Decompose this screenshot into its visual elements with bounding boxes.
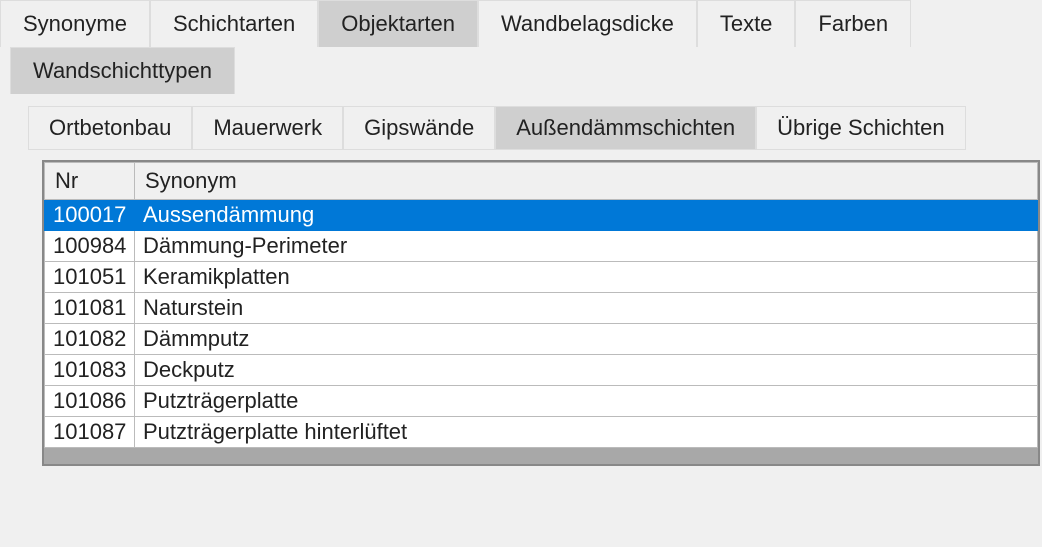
- cell-synonym: Aussendämmung: [135, 200, 1038, 231]
- table-row[interactable]: 101051Keramikplatten: [45, 262, 1038, 293]
- tab-mauerwerk[interactable]: Mauerwerk: [192, 106, 343, 150]
- table-row[interactable]: 101086Putzträgerplatte: [45, 386, 1038, 417]
- data-table: Nr Synonym 100017Aussendämmung100984Dämm…: [44, 162, 1038, 448]
- column-header-nr[interactable]: Nr: [45, 163, 135, 200]
- table-row[interactable]: 101082Dämmputz: [45, 324, 1038, 355]
- cell-nr: 101081: [45, 293, 135, 324]
- column-header-synonym[interactable]: Synonym: [135, 163, 1038, 200]
- tab-farben[interactable]: Farben: [795, 0, 911, 47]
- table-row[interactable]: 100984Dämmung-Perimeter: [45, 231, 1038, 262]
- cell-synonym: Dämmputz: [135, 324, 1038, 355]
- tab-synonyme[interactable]: Synonyme: [0, 0, 150, 47]
- tabs-level3: OrtbetonbauMauerwerkGipswändeAußendämmsc…: [0, 106, 1042, 150]
- data-table-container: Nr Synonym 100017Aussendämmung100984Dämm…: [42, 160, 1040, 466]
- cell-nr: 100017: [45, 200, 135, 231]
- tab-übrige-schichten[interactable]: Übrige Schichten: [756, 106, 966, 150]
- cell-synonym: Keramikplatten: [135, 262, 1038, 293]
- tab-ortbetonbau[interactable]: Ortbetonbau: [28, 106, 192, 150]
- cell-synonym: Putzträgerplatte: [135, 386, 1038, 417]
- table-row[interactable]: 101081Naturstein: [45, 293, 1038, 324]
- cell-nr: 101083: [45, 355, 135, 386]
- tabs-level1: SynonymeSchichtartenObjektartenWandbelag…: [0, 0, 1042, 47]
- cell-nr: 101086: [45, 386, 135, 417]
- cell-synonym: Putzträgerplatte hinterlüftet: [135, 417, 1038, 448]
- cell-nr: 100984: [45, 231, 135, 262]
- tab-texte[interactable]: Texte: [697, 0, 796, 47]
- table-row[interactable]: 101083Deckputz: [45, 355, 1038, 386]
- tab-gipswände[interactable]: Gipswände: [343, 106, 495, 150]
- cell-nr: 101082: [45, 324, 135, 355]
- tab-außendämmschichten[interactable]: Außendämmschichten: [495, 106, 756, 150]
- table-row[interactable]: 100017Aussendämmung: [45, 200, 1038, 231]
- table-row[interactable]: 101087Putzträgerplatte hinterlüftet: [45, 417, 1038, 448]
- table-body: 100017Aussendämmung100984Dämmung-Perimet…: [45, 200, 1038, 448]
- horizontal-scrollbar[interactable]: [44, 448, 1038, 464]
- tab-wandschichttypen[interactable]: Wandschichttypen: [10, 47, 235, 94]
- cell-synonym: Naturstein: [135, 293, 1038, 324]
- tab-schichtarten[interactable]: Schichtarten: [150, 0, 318, 47]
- tab-objektarten[interactable]: Objektarten: [318, 0, 478, 47]
- cell-synonym: Deckputz: [135, 355, 1038, 386]
- cell-nr: 101087: [45, 417, 135, 448]
- cell-synonym: Dämmung-Perimeter: [135, 231, 1038, 262]
- tabs-level2: Wandschichttypen: [0, 47, 1042, 94]
- tab-wandbelagsdicke[interactable]: Wandbelagsdicke: [478, 0, 697, 47]
- cell-nr: 101051: [45, 262, 135, 293]
